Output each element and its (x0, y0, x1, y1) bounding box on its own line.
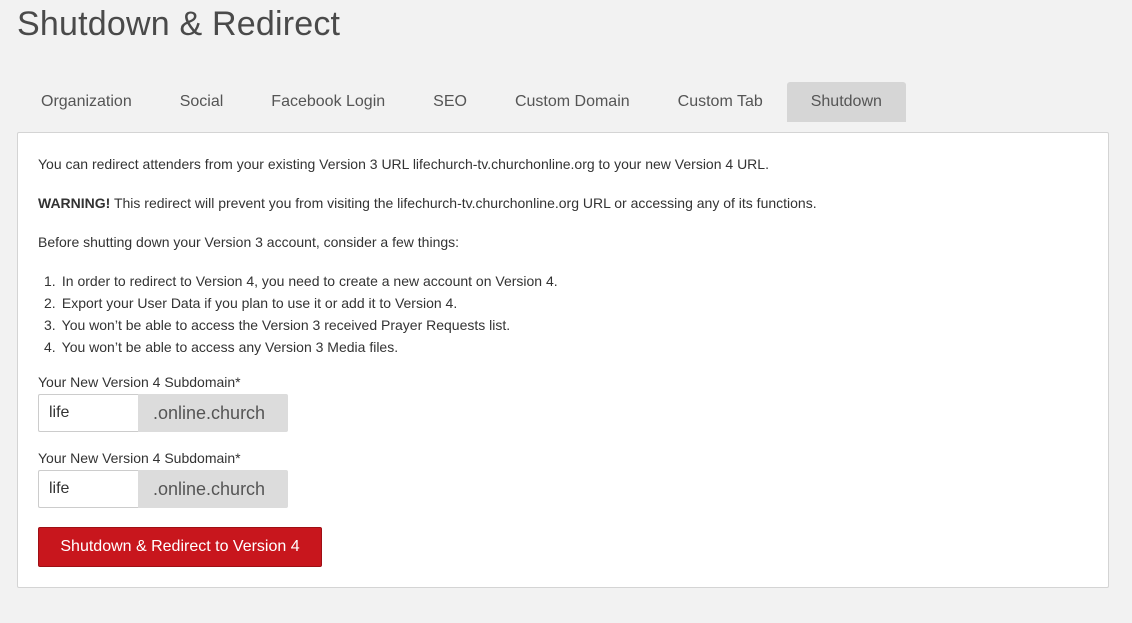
shutdown-redirect-button[interactable]: Shutdown & Redirect to Version 4 (38, 527, 322, 567)
tab-custom-domain[interactable]: Custom Domain (491, 82, 654, 122)
step-text: You won’t be able to access any Version … (61, 339, 399, 355)
settings-tabs: Organization Social Facebook Login SEO C… (17, 82, 906, 122)
consider-text: Before shutting down your Version 3 acco… (38, 234, 460, 250)
subdomain-input-group: .online.church (38, 394, 288, 432)
subdomain-confirm-label: Your New Version 4 Subdomain* (38, 450, 241, 466)
step-number: 3. (44, 317, 56, 333)
tab-facebook-login[interactable]: Facebook Login (247, 82, 409, 122)
warning-text: WARNING! This redirect will prevent you … (38, 193, 817, 213)
subdomain-input[interactable] (38, 394, 138, 432)
subdomain-suffix: .online.church (138, 394, 288, 432)
list-item: 4. You won’t be able to access any Versi… (38, 336, 558, 358)
tab-social[interactable]: Social (156, 82, 248, 122)
intro-text: You can redirect attenders from your exi… (38, 156, 769, 172)
page-title: Shutdown & Redirect (17, 5, 341, 43)
tab-seo[interactable]: SEO (409, 82, 491, 122)
step-number: 1. (44, 273, 56, 289)
step-text: You won’t be able to access the Version … (61, 317, 511, 333)
warning-label: WARNING! (38, 195, 111, 211)
step-number: 2. (44, 295, 56, 311)
list-item: 2. Export your User Data if you plan to … (38, 292, 558, 314)
list-item: 1. In order to redirect to Version 4, yo… (38, 270, 558, 292)
list-item: 3. You won’t be able to access the Versi… (38, 314, 558, 336)
subdomain-confirm-input-group: .online.church (38, 470, 288, 508)
step-text: In order to redirect to Version 4, you n… (61, 273, 558, 289)
subdomain-confirm-input[interactable] (38, 470, 138, 508)
warning-message: This redirect will prevent you from visi… (110, 195, 817, 211)
tab-shutdown[interactable]: Shutdown (786, 82, 906, 122)
step-text: Export your User Data if you plan to use… (61, 295, 458, 311)
tab-organization[interactable]: Organization (17, 82, 156, 122)
shutdown-panel: You can redirect attenders from your exi… (17, 132, 1109, 588)
subdomain-label: Your New Version 4 Subdomain* (38, 374, 241, 390)
subdomain-confirm-suffix: .online.church (138, 470, 288, 508)
steps-list: 1. In order to redirect to Version 4, yo… (38, 270, 558, 358)
tab-custom-tab[interactable]: Custom Tab (654, 82, 787, 122)
step-number: 4. (44, 339, 56, 355)
